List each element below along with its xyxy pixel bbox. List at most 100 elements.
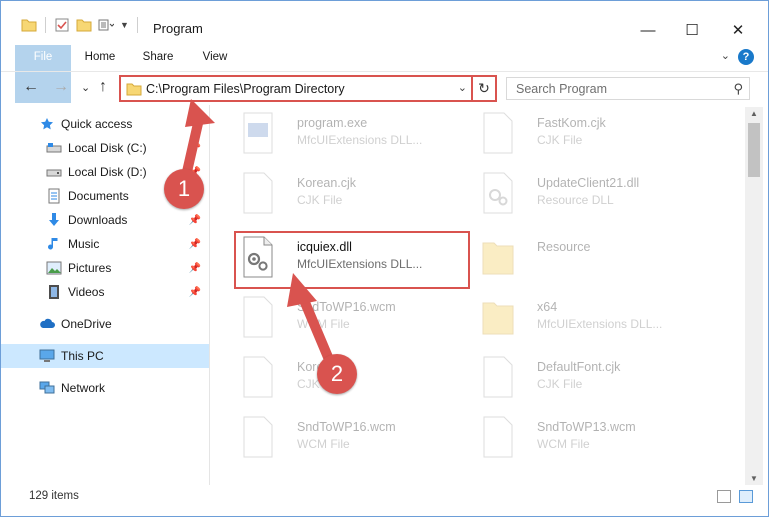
status-bar: 129 items xyxy=(1,485,768,509)
file-type: MfcUIExtensions DLL... xyxy=(297,133,423,147)
ribbon-tabs: File Home Share View ⌄ ? xyxy=(1,45,768,103)
tab-share[interactable]: Share xyxy=(137,45,179,69)
sidebar-item-label: This PC xyxy=(61,349,104,363)
sidebar-item-downloads[interactable]: Downloads 📌 xyxy=(1,208,209,232)
forward-button[interactable]: → xyxy=(53,78,69,96)
sidebar-item-music[interactable]: Music 📌 xyxy=(1,232,209,256)
search-input[interactable]: Search Program xyxy=(516,82,607,96)
large-icons-view-icon[interactable] xyxy=(739,490,753,503)
file-item[interactable]: FastKom.cjk CJK File xyxy=(475,107,711,165)
file-name: SndToWP16.wcm xyxy=(297,420,396,434)
window-title: Program xyxy=(153,21,203,36)
file-type: WCM File xyxy=(297,437,350,451)
minimize-button[interactable]: — xyxy=(625,19,671,41)
details-view-icon[interactable] xyxy=(717,490,731,503)
new-folder-icon[interactable] xyxy=(76,18,92,32)
sidebar-item-label: Pictures xyxy=(68,261,112,275)
recent-locations-button[interactable]: ⌄ xyxy=(81,81,90,94)
document-file-icon xyxy=(483,416,513,458)
drive-icon xyxy=(46,164,62,180)
quick-access-toolbar: ▼ xyxy=(21,17,140,33)
file-name: SndToWP16.wcm xyxy=(297,300,396,314)
file-item[interactable]: UpdateClient21.dll Resource DLL xyxy=(475,167,711,225)
sidebar-item-network[interactable]: Network xyxy=(1,376,209,400)
up-button[interactable]: ↑ xyxy=(99,78,107,96)
sidebar-item-label: Downloads xyxy=(68,213,128,227)
file-item[interactable]: DefaultFont.cjk CJK File xyxy=(475,351,711,409)
file-item[interactable]: SndToWP16.wcm WCM File xyxy=(235,411,471,469)
sidebar-item-pictures[interactable]: Pictures 📌 xyxy=(1,256,209,280)
toolbar-separator xyxy=(45,17,46,33)
sidebar-item-videos[interactable]: Videos 📌 xyxy=(1,280,209,304)
sidebar-item-label: Network xyxy=(61,381,106,395)
sidebar-item-label: Documents xyxy=(68,189,129,203)
star-icon xyxy=(39,116,55,132)
sidebar-item-label: Quick access xyxy=(61,117,133,131)
sidebar-item-local-disk-c[interactable]: Local Disk (C:) 📌 xyxy=(1,136,209,160)
navigation-pane: Quick access Local Disk (C:) 📌 Local Dis… xyxy=(1,109,209,479)
pin-icon[interactable]: 📌 xyxy=(189,239,201,250)
folder-icon xyxy=(482,302,514,335)
document-file-icon xyxy=(243,296,273,338)
qat-dropdown-icon[interactable]: ▼ xyxy=(120,20,129,30)
address-dropdown-icon[interactable]: ⌄ xyxy=(458,81,467,94)
document-file-icon xyxy=(243,172,273,214)
scroll-down-icon[interactable]: ▼ xyxy=(745,474,763,483)
close-button[interactable]: ✕ xyxy=(715,19,761,41)
sidebar-item-label: Videos xyxy=(68,285,105,299)
tab-home[interactable]: Home xyxy=(79,45,121,69)
file-item[interactable]: program.exe MfcUIExtensions DLL... xyxy=(235,107,471,165)
file-item[interactable]: SndToWP13.wcm WCM File xyxy=(475,411,711,469)
file-item[interactable]: Korean.cjk CJK File xyxy=(235,167,471,225)
help-icon[interactable]: ? xyxy=(738,49,754,65)
download-icon xyxy=(46,212,62,228)
file-item[interactable]: Resource xyxy=(475,231,711,289)
pin-icon[interactable]: 📌 xyxy=(189,143,201,154)
document-file-icon xyxy=(483,356,513,398)
file-name: UpdateClient21.dll xyxy=(537,176,640,190)
pin-icon[interactable]: 📌 xyxy=(189,215,201,226)
customize-toolbar-icon[interactable] xyxy=(98,18,114,32)
file-list: program.exe MfcUIExtensions DLL... FastK… xyxy=(229,107,745,483)
pane-divider xyxy=(209,105,210,485)
callout-badge-1: 1 xyxy=(164,169,204,209)
file-type: CJK File xyxy=(297,193,343,207)
explorer-window: ▼ Program — ☐ ✕ File Home Share View ⌄ ?… xyxy=(0,0,769,517)
highlight-box xyxy=(234,231,470,289)
cloud-icon xyxy=(39,316,55,332)
maximize-button[interactable]: ☐ xyxy=(669,19,715,41)
file-name: program.exe xyxy=(297,116,368,130)
file-type: Resource DLL xyxy=(537,193,614,207)
network-icon xyxy=(39,380,55,396)
file-item[interactable]: x64 MfcUIExtensions DLL... xyxy=(475,291,711,349)
sidebar-item-quick-access[interactable]: Quick access xyxy=(1,112,209,136)
file-item[interactable]: SndToWP16.wcm WCM File xyxy=(235,291,471,349)
search-icon[interactable]: ⚲ xyxy=(733,81,743,97)
sidebar-item-label: Local Disk (C:) xyxy=(68,141,147,155)
pin-icon[interactable]: 📌 xyxy=(189,287,201,298)
file-type: CJK File xyxy=(537,133,583,147)
dll-file-icon xyxy=(483,172,513,214)
file-type: MfcUIExtensions DLL... xyxy=(537,317,663,331)
refresh-button[interactable]: ↻ xyxy=(471,75,495,102)
scroll-up-icon[interactable]: ▲ xyxy=(745,109,763,118)
vertical-scrollbar[interactable]: ▲ ▼ xyxy=(745,107,763,485)
document-file-icon xyxy=(243,356,273,398)
expand-ribbon-icon[interactable]: ⌄ xyxy=(721,49,730,62)
document-file-icon xyxy=(243,416,273,458)
address-path[interactable]: C:\Program Files\Program Directory xyxy=(146,82,345,96)
sidebar-item-this-pc[interactable]: This PC xyxy=(1,344,209,368)
music-icon xyxy=(46,236,62,252)
folder-icon xyxy=(21,19,37,32)
file-name: DefaultFont.cjk xyxy=(537,360,621,374)
pin-icon[interactable]: 📌 xyxy=(189,263,201,274)
properties-icon[interactable] xyxy=(54,18,70,32)
tab-view[interactable]: View xyxy=(195,45,235,69)
back-button[interactable]: ← xyxy=(23,78,39,96)
search-box[interactable]: Search Program ⚲ xyxy=(506,77,750,100)
address-bar[interactable]: C:\Program Files\Program Directory ⌄ ↻ xyxy=(119,75,497,102)
sidebar-item-onedrive[interactable]: OneDrive xyxy=(1,312,209,336)
scrollbar-thumb[interactable] xyxy=(748,123,760,177)
file-type: WCM File xyxy=(297,317,350,331)
videos-icon xyxy=(46,284,62,300)
